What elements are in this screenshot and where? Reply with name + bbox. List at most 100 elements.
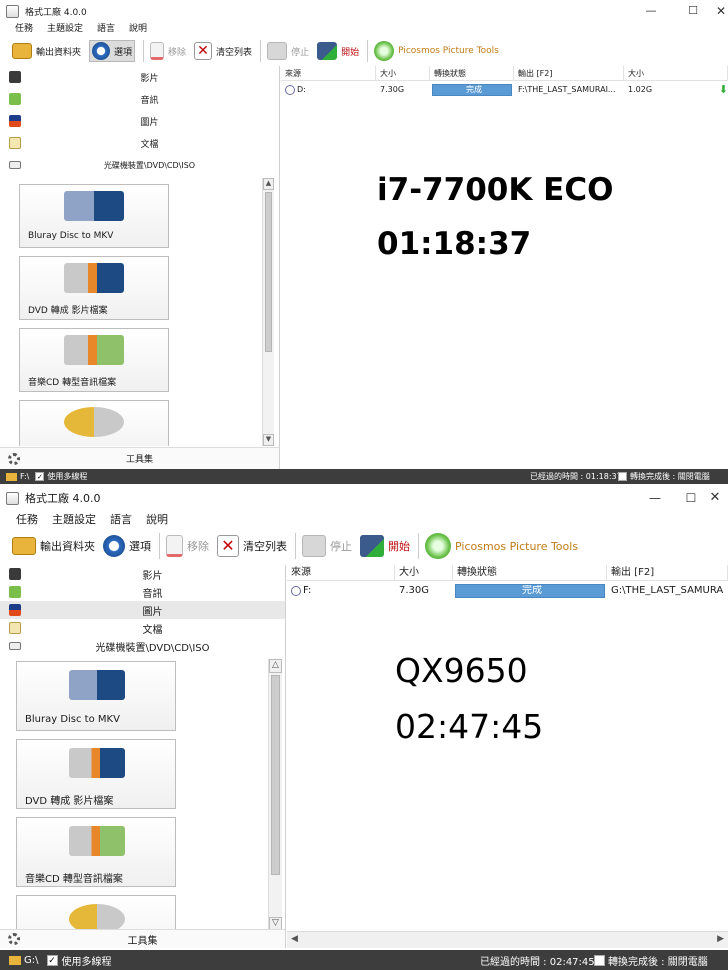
status-cell: 完成 xyxy=(430,84,514,96)
category-audio[interactable]: 音訊 xyxy=(0,88,279,110)
menu-task[interactable]: 任務 xyxy=(9,511,45,529)
col-output[interactable]: 輸出 [F2] xyxy=(607,565,728,580)
audio-icon xyxy=(9,93,21,105)
menu-theme[interactable]: 主題設定 xyxy=(40,22,90,36)
document-icon xyxy=(150,42,165,60)
category-audio[interactable]: 音訊 xyxy=(0,583,285,601)
category-picture[interactable]: 圖片 xyxy=(0,110,279,132)
scroll-thumb[interactable] xyxy=(271,675,280,875)
card-bluray-to-mkv[interactable]: Bluray Disc to MKV xyxy=(16,661,176,731)
menu-language[interactable]: 語言 xyxy=(90,22,122,36)
card-cd-to-audio[interactable]: 音樂CD 轉型音訊檔案 xyxy=(19,328,169,392)
col-status[interactable]: 轉換狀態 xyxy=(430,66,514,80)
options-button[interactable]: 選項 xyxy=(103,535,151,557)
close-button[interactable]: ✕ xyxy=(706,0,728,22)
scroll-down-button[interactable]: ▼ xyxy=(263,434,274,446)
disc-icon xyxy=(291,585,301,596)
card-dvd-to-video[interactable]: DVD 轉成 影片檔案 xyxy=(16,739,176,809)
menu-help[interactable]: 說明 xyxy=(122,22,154,36)
category-video[interactable]: 影片 xyxy=(0,565,285,583)
menu-theme[interactable]: 主題設定 xyxy=(45,511,103,529)
scroll-thumb[interactable] xyxy=(265,192,272,352)
picosmos-button[interactable]: Picosmos Picture Tools xyxy=(374,41,499,61)
scroll-up-button[interactable]: ▲ xyxy=(263,178,274,190)
left-scrollbar[interactable]: ▲ ▼ xyxy=(262,178,274,446)
task-list-header: 來源 大小 轉換狀態 輸出 [F2] xyxy=(287,565,728,581)
menu-task[interactable]: 任務 xyxy=(8,22,40,36)
after-done-checkbox[interactable] xyxy=(594,954,605,966)
col-size[interactable]: 大小 xyxy=(395,565,453,580)
maximize-button[interactable]: ☐ xyxy=(678,0,708,22)
window-title: 格式工廠 4.0.0 xyxy=(25,7,87,18)
multithread-checkbox[interactable]: ✓ xyxy=(46,954,58,966)
card-cd-to-audio[interactable]: 音樂CD 轉型音訊檔案 xyxy=(16,817,176,887)
after-done-checkbox[interactable] xyxy=(618,472,627,481)
multithread-label: 使用多線程 xyxy=(47,472,88,481)
category-document[interactable]: 文檔 xyxy=(0,132,279,154)
menu-help[interactable]: 說明 xyxy=(139,511,175,529)
toolset-bar[interactable]: 工具集 xyxy=(0,447,279,469)
remove-button[interactable]: 移除 xyxy=(166,535,209,557)
card-dvd-to-iso[interactable] xyxy=(19,400,169,446)
tool-card-list: Bluray Disc to MKV DVD 轉成 影片檔案 音樂CD 轉型音訊… xyxy=(19,178,259,446)
toolbar: 輸出資料夾 選項 移除 ✕ 清空列表 停止 開始 Picosmos Picture… xyxy=(0,530,728,562)
bluray-icon xyxy=(64,191,124,221)
menu-bar: 任務 主題設定 語言 說明 xyxy=(0,22,154,36)
multithread-label: 使用多線程 xyxy=(61,956,112,968)
start-button[interactable]: 開始 xyxy=(360,535,410,557)
task-row[interactable]: F: 7.30G 完成 G:\THE_LAST_SAMURA xyxy=(287,583,728,598)
folder-small-icon xyxy=(6,472,17,481)
status-progress-bar: 完成 xyxy=(455,583,605,598)
output-folder-button[interactable]: 輸出資料夾 xyxy=(12,43,81,59)
minimize-button[interactable]: — xyxy=(640,486,670,510)
after-done-label: 轉換完成後 : 關閉電腦 xyxy=(630,472,710,481)
left-scrollbar[interactable]: △ ▽ xyxy=(268,659,282,931)
card-dvd-to-video[interactable]: DVD 轉成 影片檔案 xyxy=(19,256,169,320)
category-picture[interactable]: 圖片 xyxy=(0,601,285,619)
close-button[interactable]: ✕ xyxy=(700,486,728,510)
output-folder-button[interactable]: 輸出資料夾 xyxy=(12,537,95,555)
col-source[interactable]: 來源 xyxy=(287,565,395,580)
clear-list-button[interactable]: ✕ 清空列表 xyxy=(217,535,287,557)
task-list-hscrollbar[interactable]: ◀ ▶ xyxy=(287,931,728,948)
scroll-left-button[interactable]: ◀ xyxy=(291,934,298,944)
remove-button[interactable]: 移除 xyxy=(150,42,186,60)
disc-drive-icon xyxy=(9,642,21,650)
category-rom-device[interactable]: 光碟機裝置\DVD\CD\ISO xyxy=(0,637,285,655)
card-bluray-to-mkv[interactable]: Bluray Disc to MKV xyxy=(19,184,169,248)
picosmos-icon xyxy=(425,533,451,559)
col-size[interactable]: 大小 xyxy=(376,66,430,80)
col-output[interactable]: 輸出 [F2] xyxy=(514,66,624,80)
document-icon xyxy=(9,622,21,634)
picture-icon xyxy=(9,115,21,127)
multithread-checkbox[interactable]: ✓ xyxy=(35,472,45,481)
category-rom-device[interactable]: 光碟機裝置\DVD\CD\ISO xyxy=(0,154,279,176)
scroll-up-button[interactable]: △ xyxy=(269,659,282,673)
col-output-size[interactable]: 大小 xyxy=(624,66,728,80)
minimize-button[interactable]: — xyxy=(636,0,666,22)
col-status[interactable]: 轉換狀態 xyxy=(453,565,607,580)
category-document[interactable]: 文檔 xyxy=(0,619,285,637)
card-dvd-to-iso[interactable] xyxy=(16,895,176,933)
picosmos-button[interactable]: Picosmos Picture Tools xyxy=(425,533,578,559)
start-button[interactable]: 開始 xyxy=(317,42,359,60)
folder-icon xyxy=(12,43,32,59)
stop-button[interactable]: 停止 xyxy=(267,42,309,60)
col-source[interactable]: 來源 xyxy=(281,66,376,80)
after-done-label: 轉換完成後 : 關閉電腦 xyxy=(608,956,708,968)
category-video[interactable]: 影片 xyxy=(0,66,279,88)
title-bar: 格式工廠 4.0.0 xyxy=(0,486,728,510)
options-icon xyxy=(92,42,111,60)
menu-language[interactable]: 語言 xyxy=(103,511,139,529)
clear-list-button[interactable]: ✕ 清空列表 xyxy=(194,42,252,60)
bluray-icon xyxy=(69,670,125,700)
stop-button[interactable]: 停止 xyxy=(302,535,352,557)
overlay-time-label: 01:18:37 xyxy=(377,226,532,262)
task-row[interactable]: D: 7.30G 完成 F:\THE_LAST_SAMURAI... 1.02G… xyxy=(281,83,728,97)
toolset-bar[interactable]: 工具集 xyxy=(0,929,285,948)
scroll-right-button[interactable]: ▶ xyxy=(717,934,724,944)
stop-icon xyxy=(267,42,288,60)
options-button[interactable]: 選項 xyxy=(89,40,136,62)
overlay-cpu-label: i7-7700K ECO xyxy=(377,172,614,208)
task-list-header: 來源 大小 轉換狀態 輸出 [F2] 大小 xyxy=(281,66,728,81)
